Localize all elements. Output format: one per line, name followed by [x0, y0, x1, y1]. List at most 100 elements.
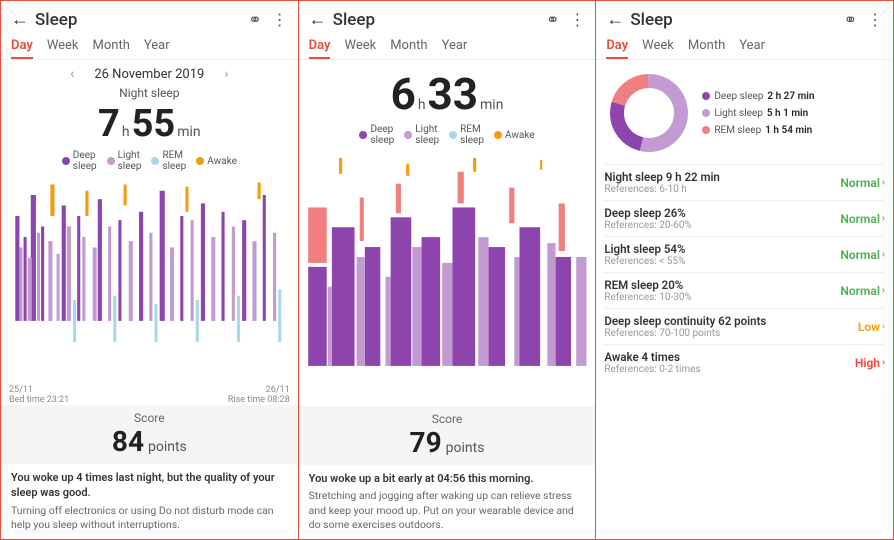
- legend-rem-label: REM sleep: [714, 125, 761, 136]
- score-label-1: Score: [13, 411, 286, 425]
- back-button-1[interactable]: ←: [11, 9, 29, 30]
- tab-week-2[interactable]: Week: [344, 34, 376, 59]
- back-button-2[interactable]: ←: [309, 9, 327, 30]
- stat-ref-deep: References: 20-60%: [604, 220, 840, 231]
- stat-left-night: Night sleep 9 h 22 min References: 6-10 …: [604, 170, 840, 195]
- stat-row-deep: Deep sleep 26% References: 20-60% Normal…: [604, 200, 885, 236]
- sleep-chart-2: 20/11 Bed time 22:23 21/11 Rise time 04:…: [303, 148, 592, 406]
- stat-title-night: Night sleep 9 h 22 min: [604, 170, 840, 184]
- score-value-2: 79: [410, 426, 442, 459]
- legend-dot-awake-1: [196, 157, 204, 165]
- feedback-main-1: You woke up 4 times last night, but the …: [11, 470, 288, 501]
- legend-label-rem-1: REMsleep: [162, 150, 186, 172]
- tab-year-1[interactable]: Year: [144, 34, 170, 59]
- share-icon-1[interactable]: ⚭: [248, 10, 261, 29]
- stat-row-rem: REM sleep 20% References: 10-30% Normal …: [604, 272, 885, 308]
- stat-title-light: Light sleep 54%: [604, 242, 840, 256]
- legend-dot-rem-2: [449, 131, 457, 139]
- feedback-sub-1: Turning off electronics or using Do not …: [11, 504, 288, 533]
- sleep-duration-1: 7 h 55 min: [1, 102, 298, 146]
- stat-status-night[interactable]: Normal ›: [840, 176, 885, 190]
- stat-status-continuity[interactable]: Low ›: [858, 320, 885, 334]
- stat-status-rem[interactable]: Normal ›: [840, 284, 885, 298]
- donut-svg: [604, 68, 694, 158]
- date-nav-1: ‹ 26 November 2019 ›: [1, 64, 298, 84]
- legend-dot-awake-2: [494, 131, 502, 139]
- nav-date-1: 26 November 2019: [94, 67, 204, 82]
- legend-light-label: Light sleep: [714, 108, 763, 119]
- stat-row-light: Light sleep 54% References: < 55% Normal…: [604, 236, 885, 272]
- stat-title-deep: Deep sleep 26%: [604, 206, 840, 220]
- dot-light: [702, 109, 710, 117]
- header-1: ← Sleep ⚭ ⋮: [1, 1, 298, 34]
- share-icon-3[interactable]: ⚭: [844, 10, 857, 29]
- stat-ref-continuity: References: 70-100 points: [604, 328, 858, 339]
- tab-year-3[interactable]: Year: [739, 34, 765, 59]
- stat-ref-rem: References: 10-30%: [604, 292, 840, 303]
- tab-day-2[interactable]: Day: [309, 34, 331, 59]
- score-value-1: 84: [112, 425, 144, 458]
- stat-ref-awake: References: 0-2 times: [604, 364, 855, 375]
- stat-row-awake: Awake 4 times References: 0-2 times High…: [604, 344, 885, 380]
- score-unit-2: points: [446, 440, 485, 456]
- stat-status-awake[interactable]: High ›: [855, 356, 885, 370]
- header-2: ← Sleep ⚭ ⋮: [299, 1, 596, 34]
- legend-label-awake-2: Awake: [505, 130, 535, 141]
- donut-legend: Deep sleep 2 h 27 min Light sleep 5 h 1 …: [702, 68, 814, 158]
- score-1: Score 84 points: [1, 405, 298, 464]
- stat-ref-night: References: 6-10 h: [604, 184, 840, 195]
- stat-status-deep[interactable]: Normal ›: [840, 212, 885, 226]
- prev-arrow-1[interactable]: ‹: [70, 66, 74, 82]
- stat-left-continuity: Deep sleep continuity 62 points Referenc…: [604, 314, 858, 339]
- legend-awake-2: Awake: [494, 124, 535, 146]
- tab-day-3[interactable]: Day: [606, 34, 628, 59]
- legend-light-1: Lightsleep: [107, 150, 142, 172]
- stat-title-continuity: Deep sleep continuity 62 points: [604, 314, 858, 328]
- share-icon-2[interactable]: ⚭: [546, 10, 559, 29]
- back-button-3[interactable]: ←: [606, 9, 624, 30]
- legend-dot-light-1: [107, 157, 115, 165]
- legend-rem-2: REMsleep: [449, 124, 484, 146]
- p3-content: Deep sleep 2 h 27 min Light sleep 5 h 1 …: [596, 64, 893, 539]
- chart-svg-1: [5, 174, 294, 405]
- more-icon-1[interactable]: ⋮: [272, 10, 288, 29]
- next-arrow-1[interactable]: ›: [224, 66, 228, 82]
- score-unit-1: points: [148, 439, 187, 455]
- tab-year-2[interactable]: Year: [442, 34, 468, 59]
- mins-unit-1: min: [177, 124, 200, 140]
- legend-rem-val: 1 h 54 min: [765, 125, 812, 136]
- more-icon-2[interactable]: ⋮: [569, 10, 585, 29]
- stat-status-light[interactable]: Normal ›: [840, 248, 885, 262]
- chevron-right-light: ›: [882, 249, 885, 260]
- more-icon-3[interactable]: ⋮: [867, 10, 883, 29]
- legend-label-deep-2: Deepsleep: [370, 124, 394, 146]
- hours-unit-1: h: [122, 124, 130, 140]
- tab-month-3[interactable]: Month: [688, 34, 725, 59]
- legend-label-awake-1: Awake: [207, 156, 237, 167]
- tab-month-1[interactable]: Month: [93, 34, 130, 59]
- legend-label-light-2: Lightsleep: [415, 124, 439, 146]
- stat-left-light: Light sleep 54% References: < 55%: [604, 242, 840, 267]
- stat-left-rem: REM sleep 20% References: 10-30%: [604, 278, 840, 303]
- stat-title-rem: REM sleep 20%: [604, 278, 840, 292]
- stat-title-awake: Awake 4 times: [604, 350, 855, 364]
- tab-week-3[interactable]: Week: [642, 34, 674, 59]
- panel-3: ← Sleep ⚭ ⋮ Day Week Month Year: [596, 0, 894, 540]
- sleep-chart-1: 25/11 Bed time 23:21 26/11 Rise time 08:…: [5, 174, 294, 405]
- legend-item-rem: REM sleep 1 h 54 min: [702, 125, 814, 136]
- tab-week-1[interactable]: Week: [47, 34, 79, 59]
- tabs-2: Day Week Month Year: [299, 34, 596, 60]
- legend-light-val: 5 h 1 min: [767, 108, 808, 119]
- tab-day-1[interactable]: Day: [11, 34, 33, 59]
- hours-unit-2: h: [418, 97, 426, 113]
- title-1: Sleep: [35, 10, 242, 30]
- legend-awake-1: Awake: [196, 150, 237, 172]
- legend-deep-label: Deep sleep: [714, 91, 763, 102]
- legend-dot-light-2: [404, 131, 412, 139]
- legend-label-light-1: Lightsleep: [118, 150, 142, 172]
- tabs-1: Day Week Month Year: [1, 34, 298, 60]
- dot-deep: [702, 92, 710, 100]
- legend-item-light: Light sleep 5 h 1 min: [702, 108, 814, 119]
- tab-month-2[interactable]: Month: [390, 34, 427, 59]
- tabs-3: Day Week Month Year: [596, 34, 893, 60]
